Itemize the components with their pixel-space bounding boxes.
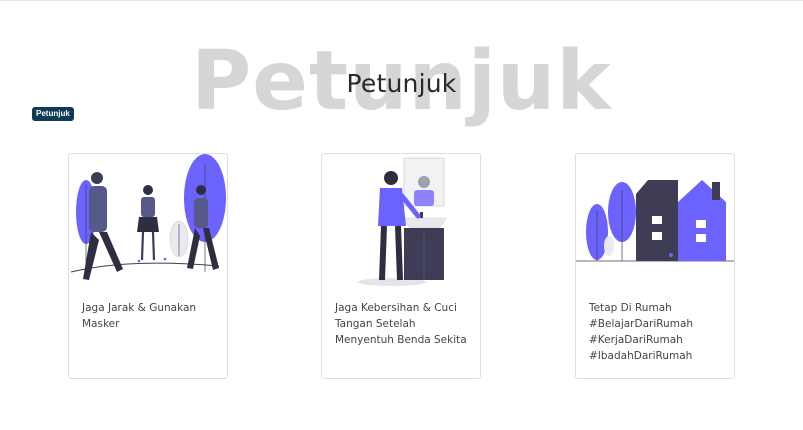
- guide-card-hygiene[interactable]: Jaga Kebersihan & Cuci Tangan Setelah Me…: [321, 153, 481, 379]
- card-caption-line: Menyentuh Benda Sekita: [335, 334, 467, 346]
- card-caption: Jaga Jarak & Gunakan Masker: [82, 300, 220, 332]
- handwashing-illustration: [358, 157, 447, 286]
- top-divider: [0, 0, 803, 1]
- card-caption: Jaga Kebersihan & Cuci Tangan Setelah Me…: [335, 300, 473, 348]
- people-walking-illustration: [70, 154, 226, 280]
- card-caption-line: Tangan Setelah: [335, 318, 416, 330]
- card-caption: Tetap Di Rumah #BelajarDariRumah #KerjaD…: [589, 300, 727, 364]
- guide-card-stay-home[interactable]: Tetap Di Rumah #BelajarDariRumah #KerjaD…: [575, 153, 735, 379]
- card-caption-line: #IbadahDariRumah: [589, 350, 693, 362]
- guide-card-distance[interactable]: Jaga Jarak & Gunakan Masker: [68, 153, 228, 379]
- house-illustration: [576, 180, 734, 262]
- card-caption-line: #BelajarDariRumah: [589, 318, 694, 330]
- section-badge[interactable]: Petunjuk: [32, 107, 74, 121]
- section-title: Petunjuk: [346, 69, 457, 98]
- card-caption-line: Jaga Kebersihan & Cuci: [335, 302, 457, 314]
- card-caption-line: Jaga Jarak & Gunakan: [82, 302, 197, 314]
- card-caption-line: Masker: [82, 318, 120, 330]
- card-caption-line: Tetap Di Rumah: [589, 302, 672, 314]
- card-caption-line: #KerjaDariRumah: [589, 334, 683, 346]
